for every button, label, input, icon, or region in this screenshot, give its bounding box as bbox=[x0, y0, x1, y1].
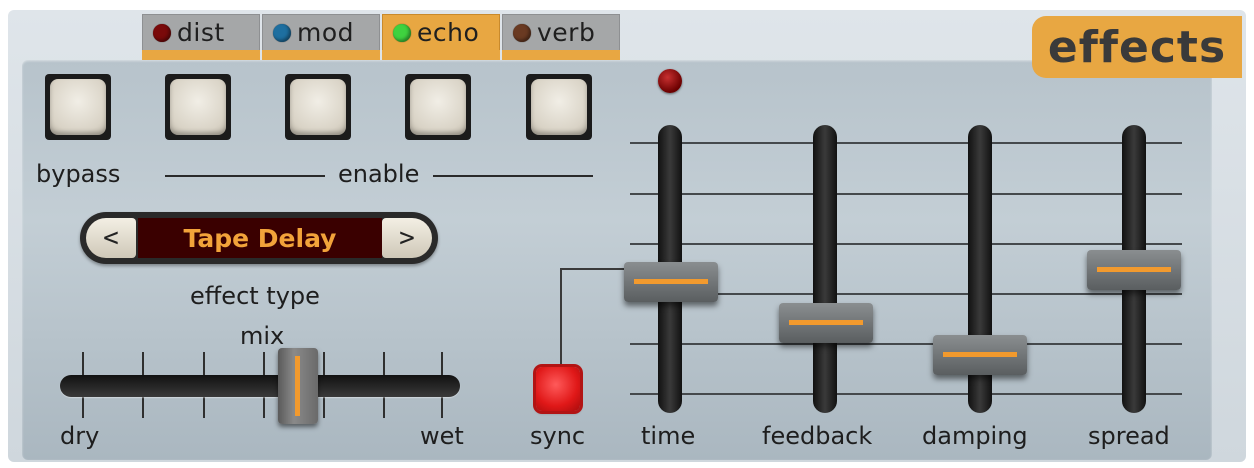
thumb-stripe bbox=[634, 279, 708, 284]
tab-label: mod bbox=[297, 18, 355, 47]
fader-gridline bbox=[630, 343, 1182, 345]
feedback-label: feedback bbox=[762, 422, 873, 450]
fader-gridline bbox=[630, 393, 1182, 395]
enable-button-face bbox=[531, 79, 587, 135]
thumb-stripe bbox=[943, 352, 1017, 357]
sync-button[interactable] bbox=[536, 367, 580, 411]
effect-type-selector: < Tape Delay > bbox=[80, 212, 438, 264]
spread-fader-thumb[interactable] bbox=[1087, 250, 1181, 290]
fader-gridline bbox=[630, 142, 1182, 144]
time-fader-thumb[interactable] bbox=[624, 262, 718, 302]
thumb-stripe bbox=[1097, 267, 1171, 272]
prev-effect-button[interactable]: < bbox=[86, 218, 136, 258]
damping-fader-thumb[interactable] bbox=[933, 335, 1027, 375]
time-label: time bbox=[641, 422, 696, 450]
bypass-label: bypass bbox=[36, 160, 121, 188]
status-led-icon bbox=[658, 69, 682, 93]
fader-gridline bbox=[630, 193, 1182, 195]
mix-slider-track[interactable] bbox=[60, 375, 460, 397]
tab-label: verb bbox=[537, 18, 596, 47]
thumb-stripe bbox=[295, 356, 300, 416]
page-title: effects bbox=[1032, 16, 1242, 78]
mix-dry-label: dry bbox=[60, 422, 100, 450]
next-effect-button[interactable]: > bbox=[382, 218, 432, 258]
spread-label: spread bbox=[1088, 422, 1170, 450]
enable-line-left bbox=[165, 175, 325, 177]
effect-type-caption: effect type bbox=[190, 282, 320, 310]
enable-button-face bbox=[290, 79, 346, 135]
enable-line-right bbox=[433, 175, 593, 177]
bypass-button[interactable] bbox=[45, 74, 111, 140]
dist-indicator-icon bbox=[153, 23, 171, 42]
mix-label: mix bbox=[240, 322, 285, 350]
thumb-stripe bbox=[789, 320, 863, 325]
enable-verb-button[interactable] bbox=[526, 74, 592, 140]
verb-indicator-icon bbox=[513, 23, 531, 42]
tab-dist[interactable]: dist bbox=[142, 14, 260, 60]
mod-indicator-icon bbox=[273, 23, 291, 42]
sync-wire bbox=[560, 270, 562, 367]
damping-label: damping bbox=[922, 422, 1028, 450]
tab-underline bbox=[382, 50, 500, 60]
enable-label: enable bbox=[338, 160, 420, 188]
tab-verb[interactable]: verb bbox=[502, 14, 620, 60]
mix-slider-thumb[interactable] bbox=[278, 348, 318, 424]
effect-type-display: Tape Delay bbox=[138, 218, 382, 258]
enable-button-face bbox=[170, 79, 226, 135]
tab-mod[interactable]: mod bbox=[262, 14, 380, 60]
tab-label: dist bbox=[177, 18, 225, 47]
enable-echo-button[interactable] bbox=[405, 74, 471, 140]
tab-underline bbox=[262, 50, 380, 60]
mix-wet-label: wet bbox=[420, 422, 464, 450]
tab-echo[interactable]: echo bbox=[382, 14, 500, 60]
bypass-button-face bbox=[50, 79, 106, 135]
tab-underline bbox=[502, 50, 620, 60]
enable-button-face bbox=[410, 79, 466, 135]
fader-gridline bbox=[630, 243, 1182, 245]
sync-label: sync bbox=[530, 422, 586, 450]
echo-indicator-icon bbox=[393, 23, 411, 42]
enable-mod-button[interactable] bbox=[285, 74, 351, 140]
tab-underline bbox=[142, 50, 260, 60]
tab-label: echo bbox=[417, 18, 480, 47]
feedback-fader-thumb[interactable] bbox=[779, 303, 873, 343]
feedback-fader-track[interactable] bbox=[813, 125, 837, 413]
sync-wire bbox=[560, 268, 626, 270]
enable-dist-button[interactable] bbox=[165, 74, 231, 140]
